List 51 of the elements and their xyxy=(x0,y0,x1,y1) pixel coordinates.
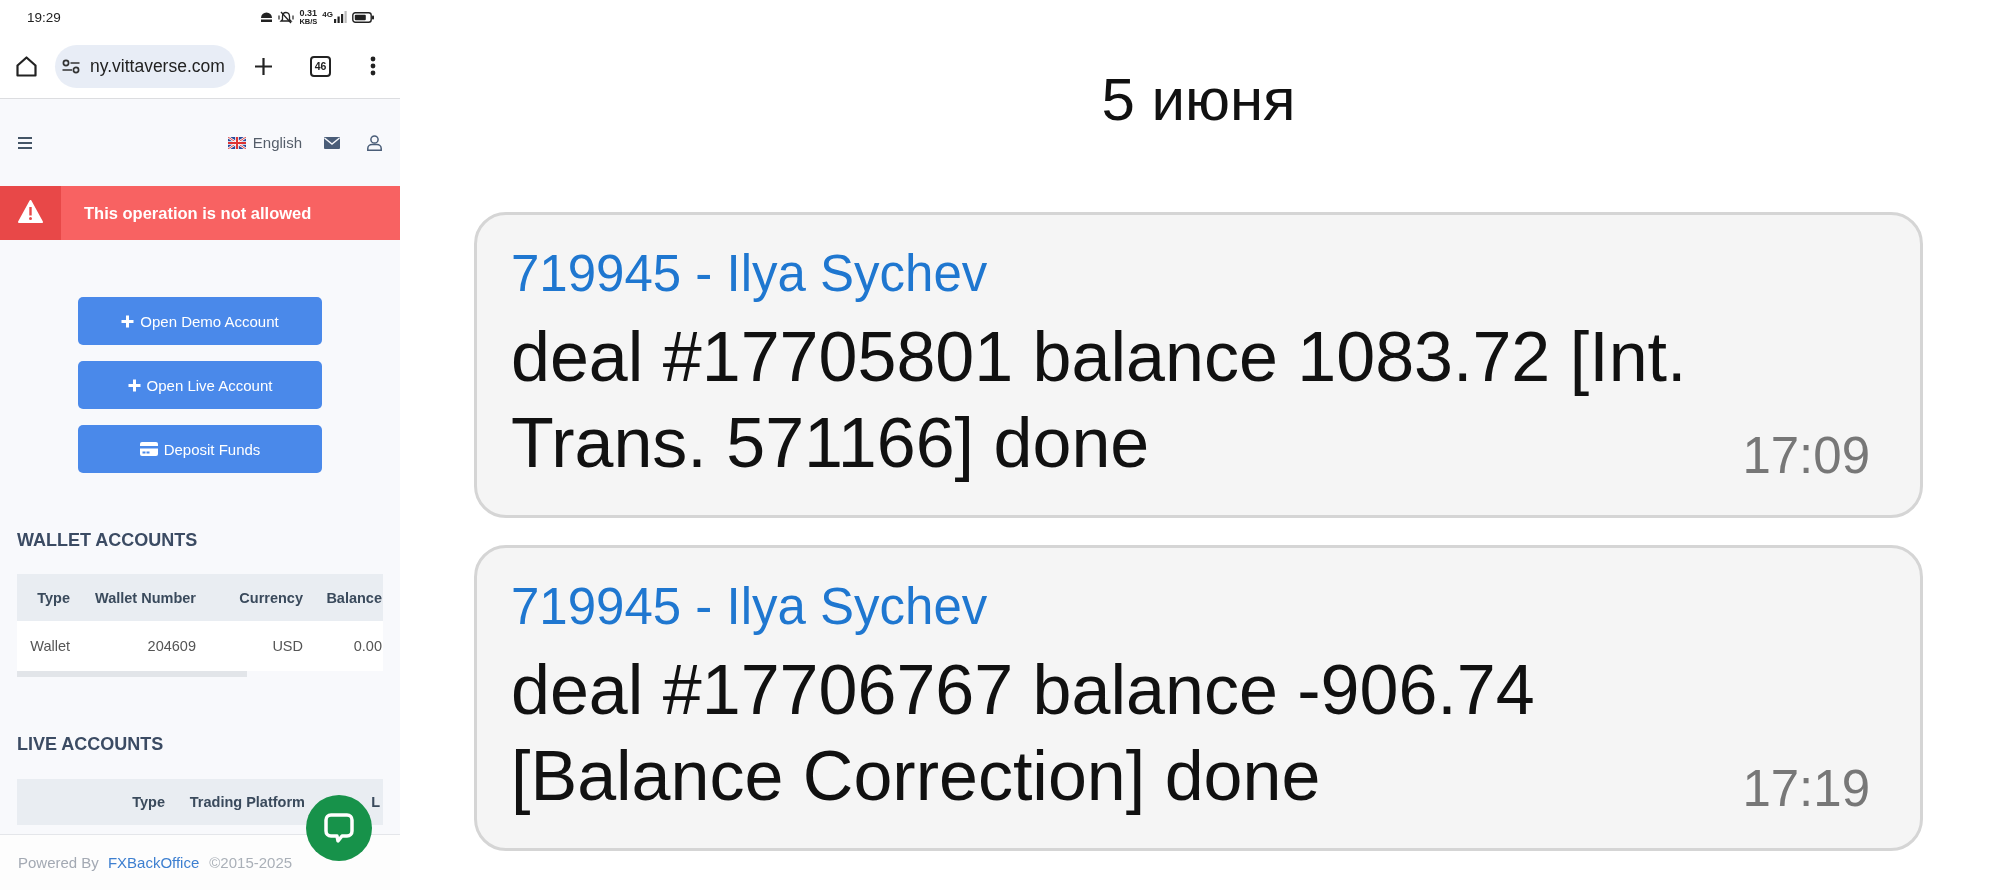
column-header: Trading Platform xyxy=(188,794,306,810)
chat-icon xyxy=(323,812,355,844)
status-time: 19:29 xyxy=(27,9,61,25)
home-icon[interactable] xyxy=(16,55,37,77)
table-cell-text: 0.00 xyxy=(352,638,383,654)
flag-icon xyxy=(227,136,246,149)
column-header: Type xyxy=(36,589,71,606)
menu-icon[interactable] xyxy=(18,136,32,149)
horizontal-scrollbar[interactable] xyxy=(17,671,247,677)
message-time: 17:09 xyxy=(1742,426,1870,486)
tab-count-button[interactable]: 46 xyxy=(310,55,331,77)
table-cell-text: Wallet xyxy=(29,638,71,654)
column-header: Balance xyxy=(325,589,383,606)
address-bar[interactable]: ny.vittaverse.com xyxy=(55,44,235,88)
date-heading: 5 июня xyxy=(1100,65,1297,135)
message-text: deal #17705801 balance 1083.72 [Int. Trans. 571166] done xyxy=(511,317,1688,484)
action-button[interactable]: Open Demo Account xyxy=(78,297,322,345)
url-text: ny.vittaverse.com xyxy=(90,55,225,77)
powered-by-text: Powered By xyxy=(18,854,99,871)
signal-icon xyxy=(334,11,347,23)
alert-message: This operation is not allowed xyxy=(84,203,312,223)
dome-icon xyxy=(260,11,274,23)
message-time: 17:19 xyxy=(1742,759,1870,819)
column-header: Wallet Number xyxy=(94,589,197,606)
bell-off-icon xyxy=(278,10,295,24)
network-type: 4G xyxy=(322,11,333,19)
table-cell-text: USD xyxy=(271,638,304,654)
table-cell-text: 204609 xyxy=(146,638,197,654)
message-text: deal #17706767 balance -906.74 [Balance Correction] done xyxy=(511,650,1536,817)
mail-icon[interactable] xyxy=(324,136,340,149)
copyright-text: ©2015-2025 xyxy=(209,854,293,871)
battery-icon xyxy=(352,11,374,23)
plus-icon[interactable] xyxy=(255,57,272,75)
sliders-icon[interactable] xyxy=(62,58,80,74)
user-icon[interactable] xyxy=(367,134,382,151)
language-selector[interactable]: English xyxy=(252,134,302,151)
card-icon xyxy=(139,442,158,456)
more-icon[interactable] xyxy=(370,56,376,76)
network-speed: 0.31 xyxy=(299,8,318,18)
message-sender: 719945 - Ilya Sychev xyxy=(511,244,989,304)
column-header: L xyxy=(370,794,381,810)
message-sender: 719945 - Ilya Sychev xyxy=(511,577,989,637)
section-title: LIVE ACCOUNTS xyxy=(17,733,164,755)
footer-link[interactable]: FXBackOffice xyxy=(107,854,200,871)
action-button[interactable]: Deposit Funds xyxy=(78,425,322,473)
column-header: Currency xyxy=(238,589,304,606)
plus-icon xyxy=(121,314,135,328)
section-title: WALLET ACCOUNTS xyxy=(17,529,198,551)
action-button[interactable]: Open Live Account xyxy=(78,361,322,409)
column-header: Type xyxy=(131,794,166,810)
plus-icon xyxy=(127,378,141,392)
